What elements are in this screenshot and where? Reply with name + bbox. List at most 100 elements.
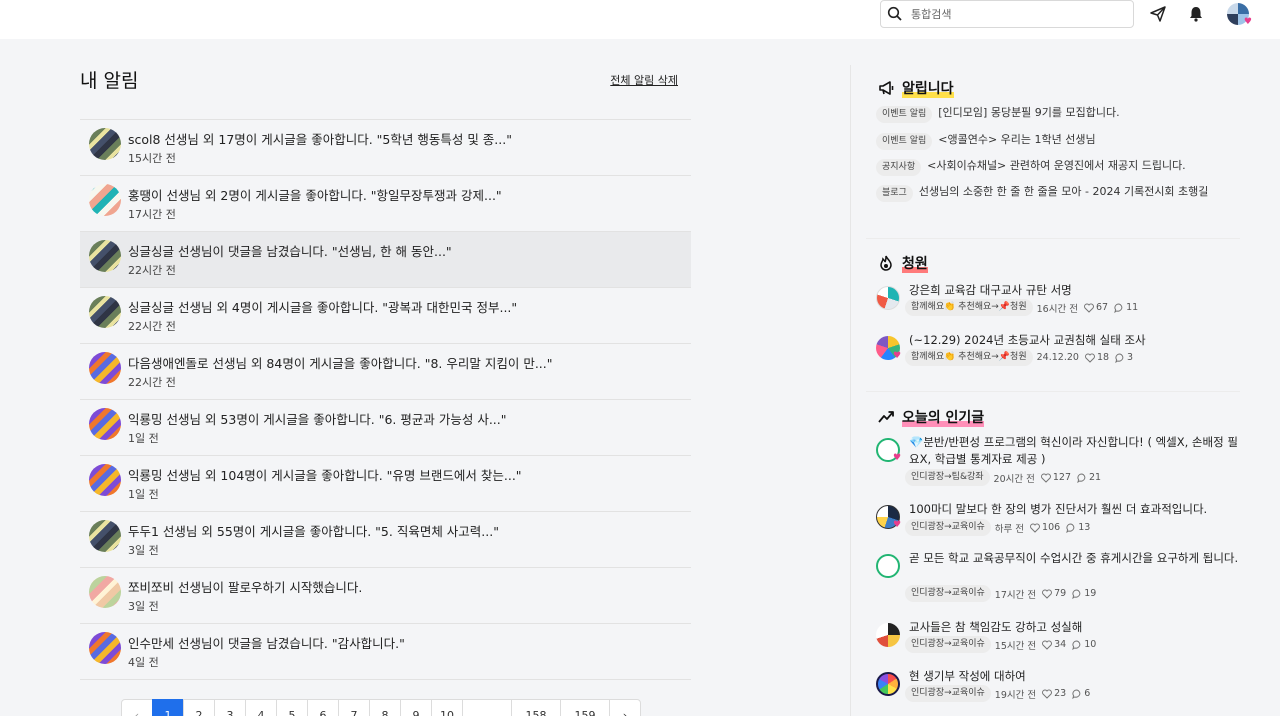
notification-item[interactable]: 익룡밍 선생님 외 104명이 게시글을 좋아합니다. "유명 브랜드에서 찾는… bbox=[80, 456, 691, 512]
comment-icon bbox=[1072, 639, 1081, 650]
prev-page-button[interactable]: ‹ bbox=[121, 699, 153, 716]
notification-item[interactable]: 싱글싱글 선생님이 댓글을 남겼습니다. "선생님, 한 해 동안..." 22시… bbox=[80, 232, 691, 288]
notification-item[interactable]: 싱글싱글 선생님 외 4명이 게시글을 좋아합니다. "광복과 대한민국 정부.… bbox=[80, 288, 691, 344]
page-title: 내 알림 bbox=[80, 70, 139, 92]
notification-item[interactable]: 다음생애엔돌로 선생님 외 84명이 게시글을 좋아합니다. "8. 우리말 지… bbox=[80, 344, 691, 400]
next-page-button[interactable]: › bbox=[609, 699, 641, 716]
page-button[interactable]: 4 bbox=[245, 699, 277, 716]
page-button[interactable]: 6 bbox=[307, 699, 339, 716]
notification-message: 익룡밍 선생님 외 53명이 게시글을 좋아합니다. "6. 평균과 가능성 사… bbox=[128, 412, 507, 427]
page-button[interactable]: 10 bbox=[431, 699, 463, 716]
delete-all-button[interactable]: 전체 알림 삭제 bbox=[610, 72, 678, 88]
heart-icon bbox=[1042, 640, 1053, 650]
notice-tag: 이벤트 알림 bbox=[876, 133, 933, 150]
category-tag: 인디광장→교육이슈 bbox=[905, 685, 991, 702]
avatar[interactable]: ♥ bbox=[1227, 3, 1252, 27]
notification-item[interactable]: scol8 선생님 외 17명이 게시글을 좋아합니다. "5학년 행동특성 및… bbox=[80, 120, 691, 176]
post-title: 100마디 말보다 한 장의 병가 진단서가 훨씬 더 효과적입니다. bbox=[909, 502, 1208, 516]
notice-item[interactable]: 공지사항 <사회이슈채널> 관련하여 운영진에서 재공지 드립니다. bbox=[876, 157, 1226, 176]
notice-text: <앵콜연수> 우리는 1학년 선생님 bbox=[938, 133, 1096, 146]
page-button[interactable]: 5 bbox=[276, 699, 308, 716]
comment-count: 10 bbox=[1084, 639, 1097, 650]
comment-count: 13 bbox=[1078, 522, 1091, 533]
post-title: 💎분반/반편성 프로그램의 혁신이라 자신합니다! ( 엑셀X, 손배정 필요X… bbox=[909, 435, 1238, 466]
avatar bbox=[89, 576, 121, 608]
avatar bbox=[89, 128, 121, 160]
trending-icon bbox=[878, 408, 896, 426]
post-time: 16시간 전 bbox=[1036, 303, 1078, 315]
post-meta: 함께해요👏 추천해요→📌청원 24.12.20 18 3 bbox=[905, 349, 1133, 366]
page-ellipsis[interactable]: … bbox=[462, 699, 512, 716]
petition-title: (~12.29) 2024년 초등교사 교권침해 실태 조사 bbox=[909, 333, 1146, 347]
notification-time: 22시간 전 bbox=[128, 264, 176, 277]
notification-time: 3일 전 bbox=[128, 600, 159, 613]
like-count: 23 bbox=[1054, 688, 1067, 699]
comment-icon bbox=[1072, 688, 1081, 699]
page-button[interactable]: 9 bbox=[400, 699, 432, 716]
column-divider bbox=[850, 65, 851, 716]
avatar bbox=[89, 352, 121, 384]
notice-item[interactable]: 이벤트 알림 <앵콜연수> 우리는 1학년 선생님 bbox=[876, 131, 1226, 150]
like-count: 106 bbox=[1042, 522, 1061, 533]
post-meta: 인디광장→교육이슈 19시간 전 23 6 bbox=[905, 685, 1090, 702]
bell-icon[interactable] bbox=[1186, 4, 1206, 24]
notification-message: scol8 선생님 외 17명이 게시글을 좋아합니다. "5학년 행동특성 및… bbox=[128, 132, 512, 147]
notification-time: 3일 전 bbox=[128, 544, 159, 557]
comment-count: 21 bbox=[1089, 472, 1102, 483]
notification-item[interactable]: 익룡밍 선생님 외 53명이 게시글을 좋아합니다. "6. 평균과 가능성 사… bbox=[80, 400, 691, 456]
notice-tag: 공지사항 bbox=[876, 159, 922, 176]
notification-item[interactable]: 두두1 선생님 외 55명이 게시글을 좋아합니다. "5. 직육면체 사고력.… bbox=[80, 512, 691, 568]
popular-section-title: 오늘의 인기글 bbox=[878, 407, 985, 427]
top-bar: ♥ bbox=[0, 0, 1280, 39]
post-meta: 인디광장→교육이슈 하루 전 106 13 bbox=[905, 519, 1090, 536]
notification-item[interactable]: 쪼비쪼비 선생님이 팔로우하기 시작했습니다. 3일 전 bbox=[80, 568, 691, 624]
section-divider bbox=[866, 391, 1240, 392]
comment-icon bbox=[1077, 472, 1086, 483]
comment-icon bbox=[1114, 302, 1123, 313]
post-meta: 함께해요👏 추천해요→📌청원 16시간 전 67 11 bbox=[905, 299, 1138, 316]
heart-icon bbox=[1042, 689, 1053, 699]
heart-icon bbox=[1030, 523, 1041, 533]
notification-item[interactable]: 홍땡이 선생님 외 2명이 게시글을 좋아합니다. "항일무장투쟁과 강제...… bbox=[80, 176, 691, 232]
heart-icon: ♥ bbox=[893, 520, 902, 530]
notice-item[interactable]: 블로그 선생님의 소중한 한 줄 한 줄을 모아 - 2024 기록전시회 초행길 bbox=[876, 183, 1226, 202]
page-button[interactable]: 159 bbox=[560, 699, 610, 716]
notification-message: 쪼비쪼비 선생님이 팔로우하기 시작했습니다. bbox=[128, 580, 363, 595]
notification-item[interactable]: 인수만세 선생님이 댓글을 남겼습니다. "감사합니다." 4일 전 bbox=[80, 624, 691, 680]
notice-tag: 블로그 bbox=[876, 185, 913, 202]
like-count: 127 bbox=[1052, 472, 1072, 483]
megaphone-icon bbox=[878, 79, 896, 97]
avatar bbox=[89, 296, 121, 328]
send-icon[interactable] bbox=[1148, 4, 1168, 24]
post-title: 교사들은 참 책임감도 강하고 성실해 bbox=[909, 620, 1083, 634]
notification-time: 4일 전 bbox=[128, 656, 159, 669]
avatar bbox=[89, 184, 121, 216]
page-button[interactable]: 8 bbox=[369, 699, 401, 716]
search-icon bbox=[887, 6, 902, 21]
heart-icon: ♥ bbox=[1243, 17, 1252, 27]
comment-icon bbox=[1115, 352, 1124, 363]
notification-message: 싱글싱글 선생님이 댓글을 남겼습니다. "선생님, 한 해 동안..." bbox=[128, 244, 452, 259]
post-title: 현 생기부 작성에 대하여 bbox=[909, 669, 1026, 683]
category-tag: 인디광장→교육이슈 bbox=[905, 519, 991, 536]
page-button[interactable]: 2 bbox=[183, 699, 215, 716]
search-input[interactable] bbox=[911, 7, 1111, 21]
notice-item[interactable]: 이벤트 알림 [인디모임] 몽당분필 9기를 모집합니다. bbox=[876, 104, 1226, 123]
post-meta: 인디광장→팁&강좌 20시간 전 127 21 bbox=[905, 469, 1101, 486]
notice-tag: 이벤트 알림 bbox=[876, 106, 933, 123]
page-button[interactable]: 3 bbox=[214, 699, 246, 716]
petition-title: 강은희 교육감 대구교사 규탄 서명 bbox=[909, 283, 1072, 297]
like-count: 79 bbox=[1054, 588, 1067, 599]
notification-time: 22시간 전 bbox=[128, 320, 176, 333]
post-time: 24.12.20 bbox=[1036, 352, 1079, 363]
notification-message: 익룡밍 선생님 외 104명이 게시글을 좋아합니다. "유명 브랜드에서 찾는… bbox=[128, 468, 522, 483]
category-tag: 함께해요👏 추천해요→📌청원 bbox=[905, 349, 1033, 366]
search-box[interactable] bbox=[880, 0, 1134, 28]
page-button[interactable]: 1 bbox=[152, 699, 184, 716]
notification-time: 22시간 전 bbox=[128, 376, 176, 389]
page-button[interactable]: 7 bbox=[338, 699, 370, 716]
post-time: 19시간 전 bbox=[994, 689, 1037, 701]
notice-text: <사회이슈채널> 관련하여 운영진에서 재공지 드립니다. bbox=[927, 159, 1186, 172]
notification-time: 1일 전 bbox=[128, 488, 159, 501]
page-button[interactable]: 158 bbox=[511, 699, 561, 716]
